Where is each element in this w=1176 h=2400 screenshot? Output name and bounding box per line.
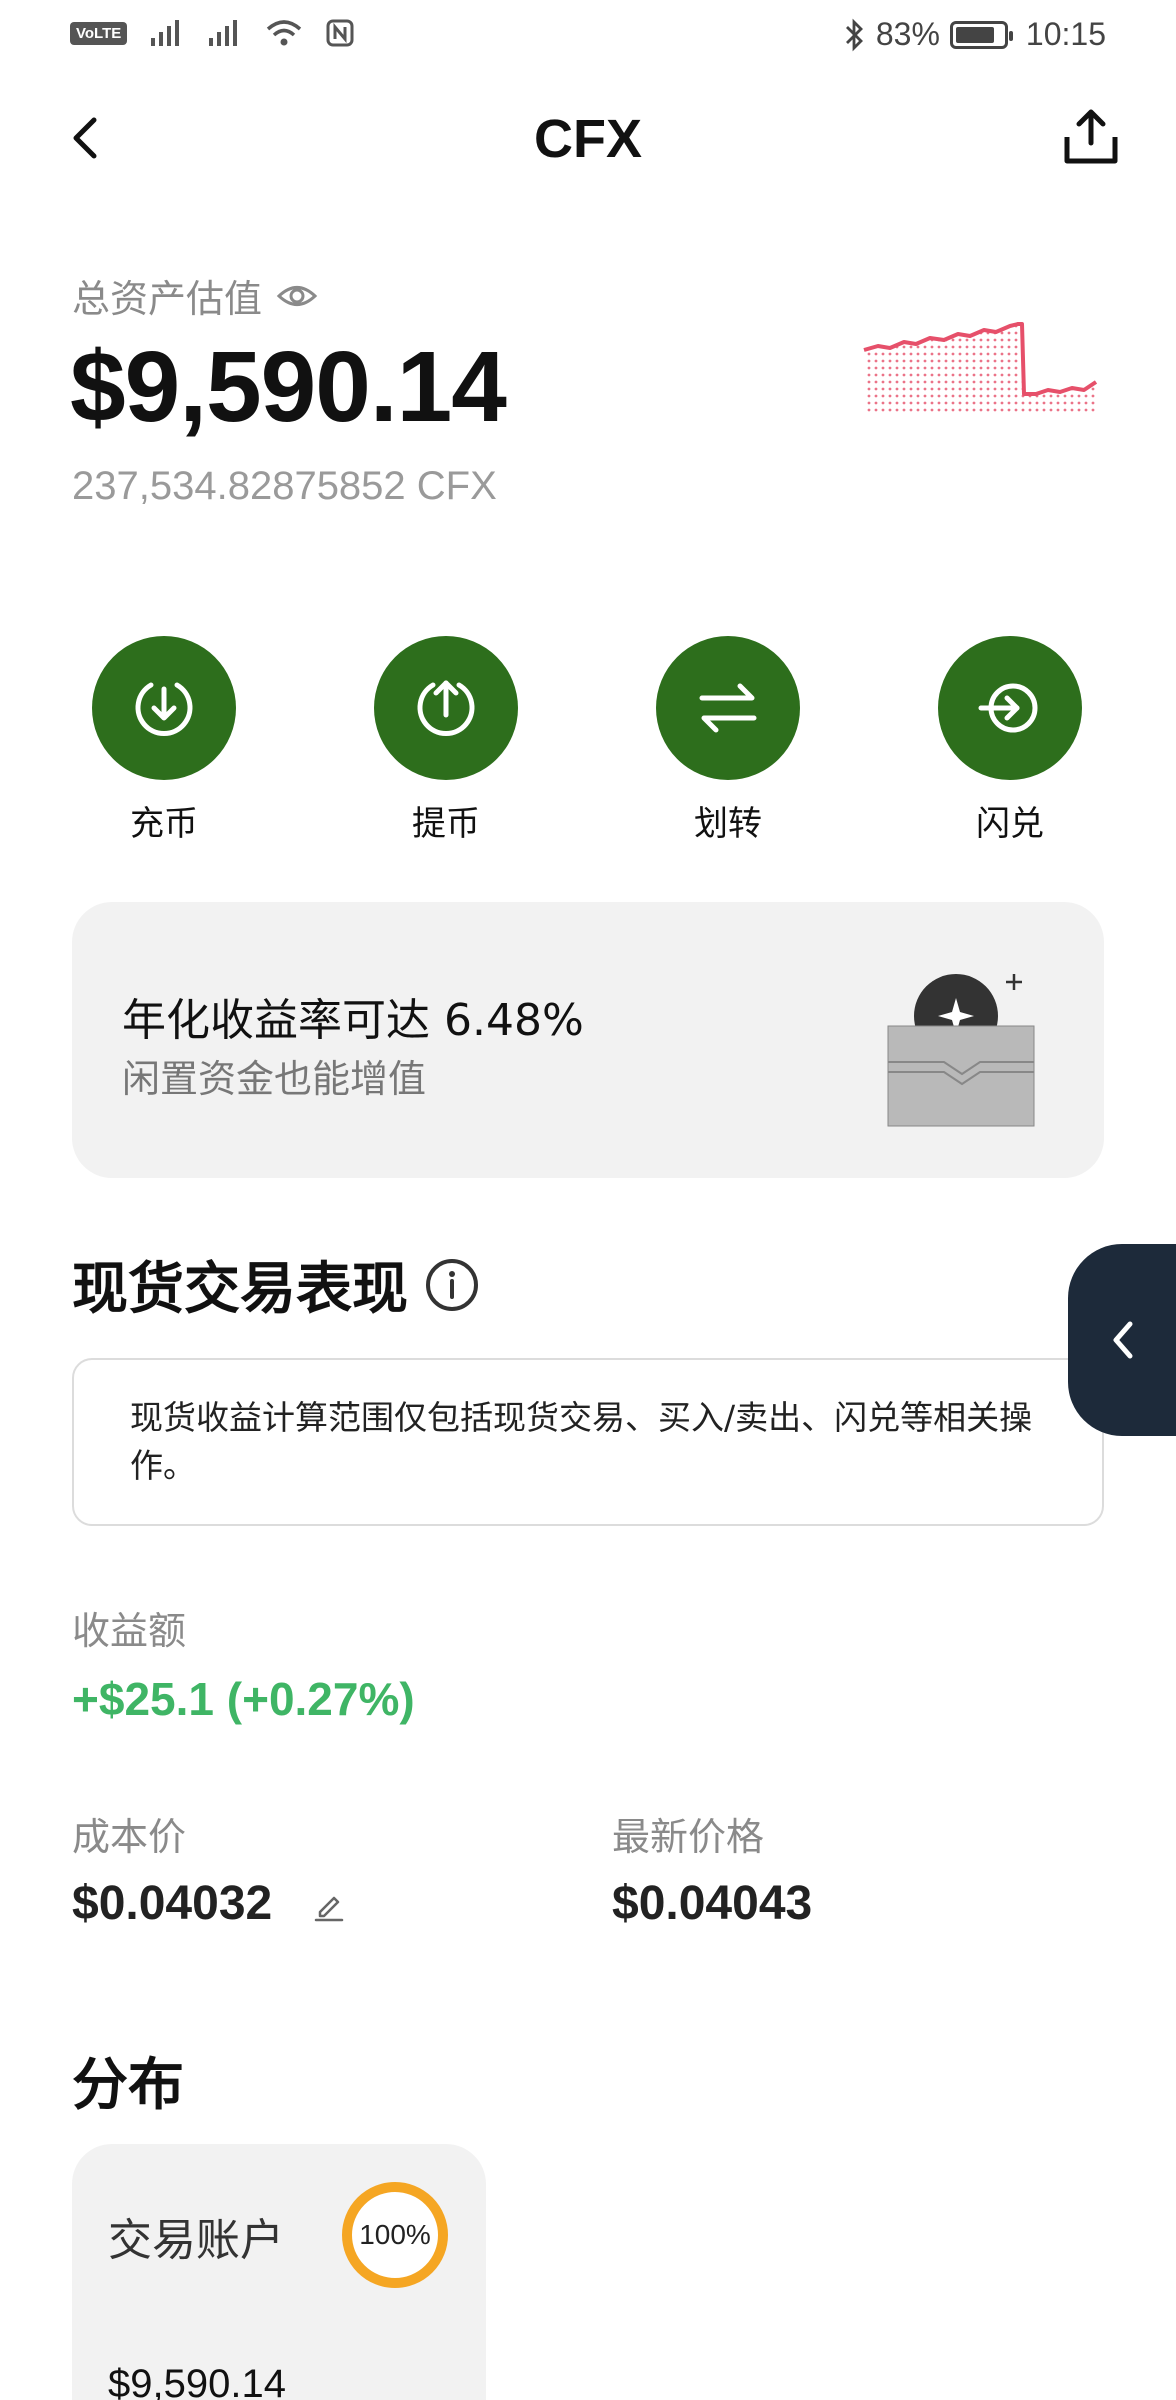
quick-actions: 充币 提币 划转 闪兑 [0, 636, 1176, 856]
cost-price-value: $0.04032 [72, 1877, 273, 1930]
wifi-icon [267, 20, 302, 46]
info-icon[interactable] [424, 1257, 480, 1313]
action-deposit[interactable]: 充币 [74, 636, 254, 845]
signal-icon [209, 20, 238, 46]
nfc-icon [326, 19, 354, 47]
spot-performance-header: 现货交易表现 [72, 1244, 480, 1325]
action-label: 提币 [412, 804, 480, 844]
edit-icon[interactable] [312, 1888, 346, 1922]
page-title: CFX [534, 109, 642, 169]
distribution-title: 分布 [72, 2053, 184, 2118]
account-name: 交易账户 [108, 2215, 284, 2266]
latest-price-label: 最新价格 [612, 1815, 765, 1859]
withdraw-icon [374, 636, 518, 780]
action-withdraw[interactable]: 提币 [356, 636, 536, 845]
promo-title: 年化收益率可达 6.48% [122, 995, 584, 1046]
price-sparkline [863, 322, 1098, 414]
share-icon [1064, 109, 1118, 164]
eye-icon[interactable] [276, 281, 318, 311]
latest-price-value: $0.04043 [612, 1877, 813, 1930]
asset-label-row: 总资产估值 [72, 268, 318, 323]
share-button[interactable] [1056, 102, 1126, 172]
asset-label: 总资产估值 [72, 277, 263, 321]
action-convert[interactable]: 闪兑 [920, 636, 1100, 845]
signal-icon [151, 20, 180, 46]
battery-icon [949, 20, 1013, 49]
header: CFX [0, 90, 1176, 190]
profit-label: 收益额 [72, 1609, 187, 1653]
deposit-icon [92, 636, 236, 780]
action-label: 闪兑 [976, 804, 1044, 844]
volte-icon: VoLTE [70, 21, 128, 45]
floating-side-tab[interactable] [1068, 1244, 1176, 1436]
asset-amount: 237,534.82875852 CFX [72, 464, 497, 508]
status-bar: VoLTE 83% 10:15 [0, 0, 1176, 72]
wallet-illustration-icon [887, 974, 1035, 1127]
profit-value: +$25.1 (+0.27%) [72, 1673, 415, 1725]
account-value: $9,590.14 [108, 2362, 286, 2400]
promo-subtitle: 闲置资金也能增值 [122, 1057, 427, 1101]
status-left: VoLTE [70, 18, 355, 48]
earn-promo-card[interactable]: 年化收益率可达 6.48% 闲置资金也能增值 [72, 902, 1104, 1178]
spot-info-note: 现货收益计算范围仅包括现货交易、买入/卖出、闪兑等相关操作。 [72, 1358, 1104, 1526]
status-right: 83% 10:15 [844, 16, 1106, 53]
bluetooth-icon [845, 18, 863, 51]
chevron-left-icon [1113, 1321, 1133, 1359]
action-transfer[interactable]: 划转 [638, 636, 818, 845]
convert-icon [938, 636, 1082, 780]
section-title: 现货交易表现 [72, 1257, 408, 1322]
action-label: 充币 [130, 804, 198, 844]
clock: 10:15 [1025, 16, 1106, 52]
action-label: 划转 [694, 804, 762, 844]
asset-total: $9,590.14 [70, 331, 507, 443]
allocation-percent: 100% [359, 2219, 431, 2250]
battery-level [955, 26, 995, 43]
cost-price-label: 成本价 [72, 1815, 187, 1859]
transfer-icon [656, 636, 800, 780]
battery-percent: 83% [875, 16, 940, 52]
distribution-card-trading-account[interactable]: 交易账户 100% $9,590.14 [72, 2144, 486, 2400]
